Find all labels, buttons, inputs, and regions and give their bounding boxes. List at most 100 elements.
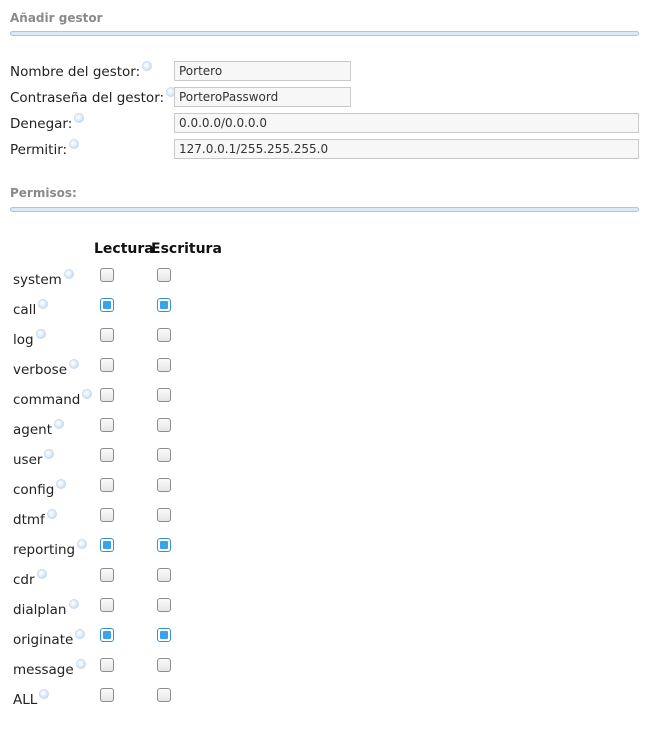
permission-label-text: command (13, 392, 81, 408)
write-checkbox[interactable] (157, 328, 171, 342)
permission-label-text: ALL (13, 692, 38, 708)
permission-label: user (13, 449, 55, 468)
read-checkbox[interactable] (100, 628, 114, 642)
write-checkbox[interactable] (157, 538, 171, 552)
write-checkbox[interactable] (157, 478, 171, 492)
add-manager-section-divider (10, 31, 639, 36)
permission-label: config (13, 479, 67, 498)
write-checkbox[interactable] (157, 658, 171, 672)
write-checkbox[interactable] (157, 388, 171, 402)
read-checkbox[interactable] (100, 448, 114, 462)
permission-row-all: ALL (13, 688, 213, 712)
permission-row-config: config (13, 478, 213, 502)
help-icon[interactable] (75, 659, 86, 669)
help-icon[interactable] (46, 509, 57, 519)
manager-name-label: Nombre del gestor: (10, 61, 153, 80)
permit-label: Permitir: (10, 139, 80, 158)
permission-row-message: message (13, 658, 213, 682)
help-icon[interactable] (69, 359, 80, 369)
read-checkbox[interactable] (100, 538, 114, 552)
permission-label: call (13, 299, 49, 318)
help-icon[interactable] (56, 479, 67, 489)
read-checkbox[interactable] (100, 478, 114, 492)
help-icon[interactable] (36, 569, 47, 579)
permission-label-text: user (13, 452, 43, 468)
read-checkbox[interactable] (100, 658, 114, 672)
deny-label: Denegar: (10, 113, 85, 132)
read-checkbox[interactable] (100, 508, 114, 522)
help-icon[interactable] (63, 269, 74, 279)
permission-label: originate (13, 629, 86, 648)
permission-label-text: verbose (13, 362, 68, 378)
permission-label-text: call (13, 302, 37, 318)
deny-row: Denegar: (10, 113, 639, 135)
permission-label-text: message (13, 662, 74, 678)
permission-row-agent: agent (13, 418, 213, 442)
permission-label-text: originate (13, 632, 74, 648)
permission-row-dialplan: dialplan (13, 598, 213, 622)
read-column-header: Lectura (94, 241, 154, 257)
write-checkbox[interactable] (157, 628, 171, 642)
deny-label-text: Denegar: (10, 116, 73, 132)
permission-row-originate: originate (13, 628, 213, 652)
read-checkbox[interactable] (100, 328, 114, 342)
help-icon[interactable] (68, 599, 79, 609)
read-checkbox[interactable] (100, 388, 114, 402)
permission-label: reporting (13, 539, 88, 558)
permission-row-user: user (13, 448, 213, 472)
write-checkbox[interactable] (157, 358, 171, 372)
help-icon[interactable] (39, 689, 50, 699)
help-icon[interactable] (69, 139, 80, 149)
permission-row-verbose: verbose (13, 358, 213, 382)
help-icon[interactable] (38, 299, 49, 309)
manager-password-label: Contraseña del gestor: (10, 87, 177, 106)
help-icon[interactable] (35, 329, 46, 339)
help-icon[interactable] (54, 419, 64, 429)
manager-name-input[interactable] (174, 61, 351, 81)
permission-label: system (13, 269, 74, 288)
permission-row-dtmf: dtmf (13, 508, 213, 532)
permission-label: message (13, 659, 86, 678)
read-checkbox[interactable] (100, 688, 114, 702)
manager-password-row: Contraseña del gestor: (10, 87, 639, 109)
help-icon[interactable] (75, 629, 86, 639)
help-icon[interactable] (142, 61, 153, 71)
read-checkbox[interactable] (100, 418, 114, 432)
permission-label: cdr (13, 569, 47, 588)
permit-input[interactable] (174, 139, 639, 159)
permission-label: dialplan (13, 599, 79, 618)
write-checkbox[interactable] (157, 508, 171, 522)
permission-row-cdr: cdr (13, 568, 213, 592)
write-checkbox[interactable] (157, 298, 171, 312)
help-icon[interactable] (82, 389, 93, 399)
permission-label: ALL (13, 689, 50, 708)
permission-label-text: cdr (13, 572, 35, 588)
manager-password-input[interactable] (174, 87, 351, 107)
permission-label: command (13, 389, 93, 408)
read-checkbox[interactable] (100, 598, 114, 612)
read-checkbox[interactable] (100, 298, 114, 312)
help-icon[interactable] (74, 113, 85, 123)
permission-row-command: command (13, 388, 213, 412)
manager-name-row: Nombre del gestor: (10, 61, 639, 83)
read-checkbox[interactable] (100, 268, 114, 282)
permission-row-call: call (13, 298, 213, 322)
read-checkbox[interactable] (100, 568, 114, 582)
read-checkbox[interactable] (100, 358, 114, 372)
write-checkbox[interactable] (157, 448, 171, 462)
write-checkbox[interactable] (157, 568, 171, 582)
deny-input[interactable] (174, 113, 639, 133)
write-checkbox[interactable] (157, 268, 171, 282)
help-icon[interactable] (44, 449, 55, 459)
write-checkbox[interactable] (157, 688, 171, 702)
help-icon[interactable] (77, 539, 88, 549)
write-checkbox[interactable] (157, 418, 171, 432)
permission-label-text: agent (13, 422, 52, 438)
permission-row-log: log (13, 328, 213, 352)
write-checkbox[interactable] (157, 598, 171, 612)
permit-label-text: Permitir: (10, 142, 68, 158)
permission-label-text: log (13, 332, 34, 348)
permissions-section-title: Permisos: (10, 186, 77, 200)
add-manager-section-title: Añadir gestor (10, 11, 103, 25)
permission-label-text: config (13, 482, 55, 498)
